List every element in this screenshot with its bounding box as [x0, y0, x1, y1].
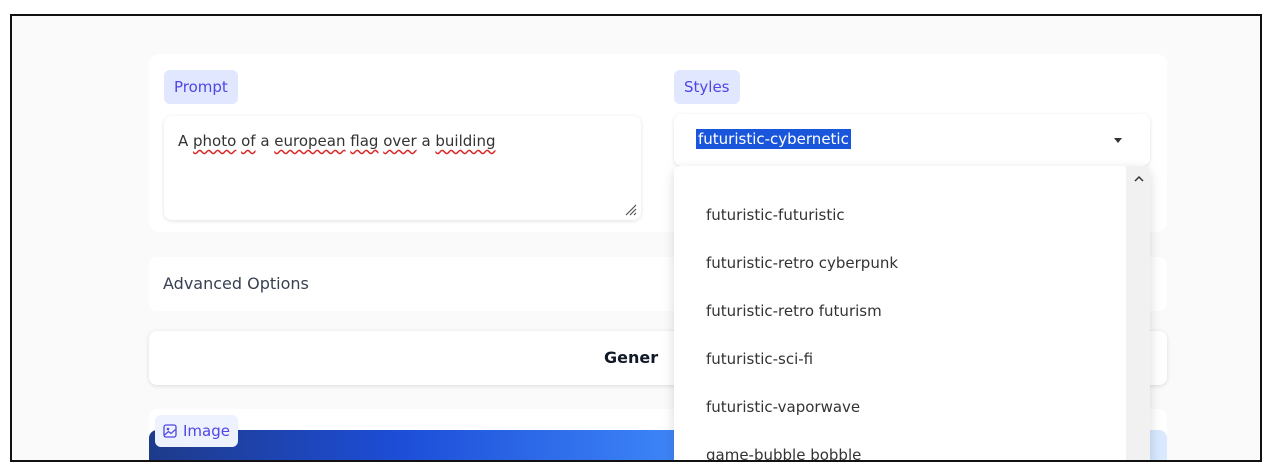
- prompt-word-misspelled: building: [435, 132, 496, 150]
- style-option[interactable]: futuristic-vaporwave: [706, 398, 860, 416]
- prompt-word: a: [416, 132, 436, 150]
- prompt-word-misspelled: photo: [193, 132, 237, 150]
- prompt-word-misspelled: flag: [350, 132, 379, 150]
- caret-down-icon[interactable]: [1114, 138, 1122, 143]
- prompt-text: A photo of a european flag over a buildi…: [178, 132, 496, 150]
- prompt-word-misspelled: of: [241, 132, 256, 150]
- dropdown-scrollbar[interactable]: [1126, 166, 1150, 460]
- prompt-word-misspelled: over: [383, 132, 417, 150]
- style-option[interactable]: game-bubble bobble: [706, 446, 861, 460]
- style-option[interactable]: futuristic-retro futurism: [706, 302, 882, 320]
- chevron-up-icon[interactable]: [1134, 174, 1144, 184]
- style-option[interactable]: futuristic-sci-fi: [706, 350, 813, 368]
- resize-handle-icon[interactable]: [623, 202, 637, 216]
- styles-label: Styles: [674, 70, 740, 104]
- image-label: Image: [183, 422, 230, 440]
- style-option[interactable]: futuristic-futuristic: [706, 206, 845, 224]
- image-icon: [163, 424, 177, 438]
- app-frame: Prompt A photo of a european flag over a…: [10, 14, 1262, 462]
- advanced-options-label: Advanced Options: [163, 274, 309, 293]
- styles-select[interactable]: futuristic-cybernetic: [674, 114, 1150, 166]
- styles-selected-value[interactable]: futuristic-cybernetic: [696, 129, 851, 149]
- styles-dropdown-list: futuristic-futuristic futuristic-retro c…: [674, 166, 1150, 460]
- style-option[interactable]: futuristic-retro cyberpunk: [706, 254, 898, 272]
- prompt-word-misspelled: european: [274, 132, 346, 150]
- prompt-textarea[interactable]: A photo of a european flag over a buildi…: [164, 116, 641, 220]
- prompt-label: Prompt: [164, 70, 238, 104]
- generate-button-label: Gener: [604, 348, 659, 367]
- image-label-chip: Image: [155, 415, 238, 447]
- prompt-word: a: [255, 132, 275, 150]
- prompt-word: A: [178, 132, 194, 150]
